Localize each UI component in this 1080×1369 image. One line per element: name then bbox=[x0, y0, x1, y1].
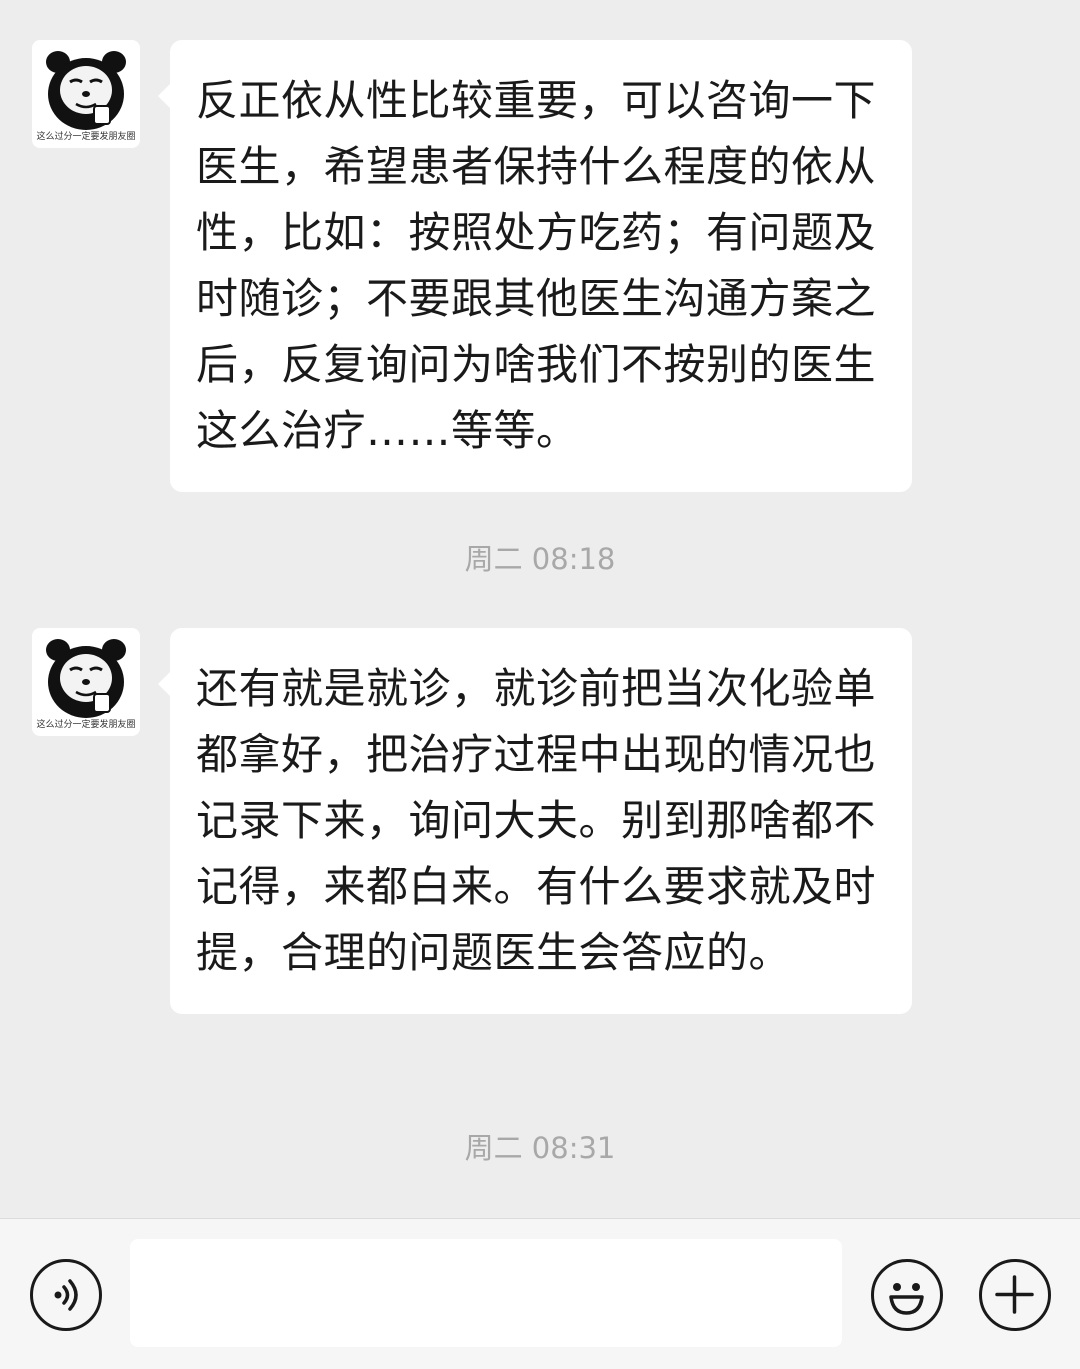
message-bubble[interactable]: 还有就是就诊，就诊前把当次化验单都拿好，把治疗过程中出现的情况也记录下来，询问大… bbox=[158, 628, 912, 1014]
emoji-icon bbox=[889, 1283, 924, 1315]
avatar[interactable]: 这么过分一定要发朋友圈 bbox=[32, 40, 140, 148]
chat-area[interactable]: 这么过分一定要发朋友圈 反正依从性比较重要，可以咨询一下医生，希望患者保持什么程… bbox=[0, 0, 1080, 1218]
input-bar bbox=[0, 1218, 1080, 1369]
avatar-caption: 这么过分一定要发朋友圈 bbox=[36, 132, 136, 142]
timestamp: 周二 08:18 bbox=[464, 542, 616, 576]
avatar[interactable]: 这么过分一定要发朋友圈 bbox=[32, 628, 140, 736]
add-button[interactable] bbox=[979, 1259, 1051, 1331]
avatar-caption: 这么过分一定要发朋友圈 bbox=[36, 720, 136, 730]
voice-icon bbox=[54, 1279, 78, 1311]
message-bubble[interactable]: 反正依从性比较重要，可以咨询一下医生，希望患者保持什么程度的依从性，比如：按照处… bbox=[158, 40, 912, 492]
timestamp: 周二 08:31 bbox=[464, 1131, 616, 1165]
plus-icon bbox=[995, 1275, 1034, 1314]
message-input[interactable] bbox=[130, 1239, 842, 1347]
voice-button[interactable] bbox=[30, 1259, 102, 1331]
emoji-button[interactable] bbox=[871, 1259, 943, 1331]
